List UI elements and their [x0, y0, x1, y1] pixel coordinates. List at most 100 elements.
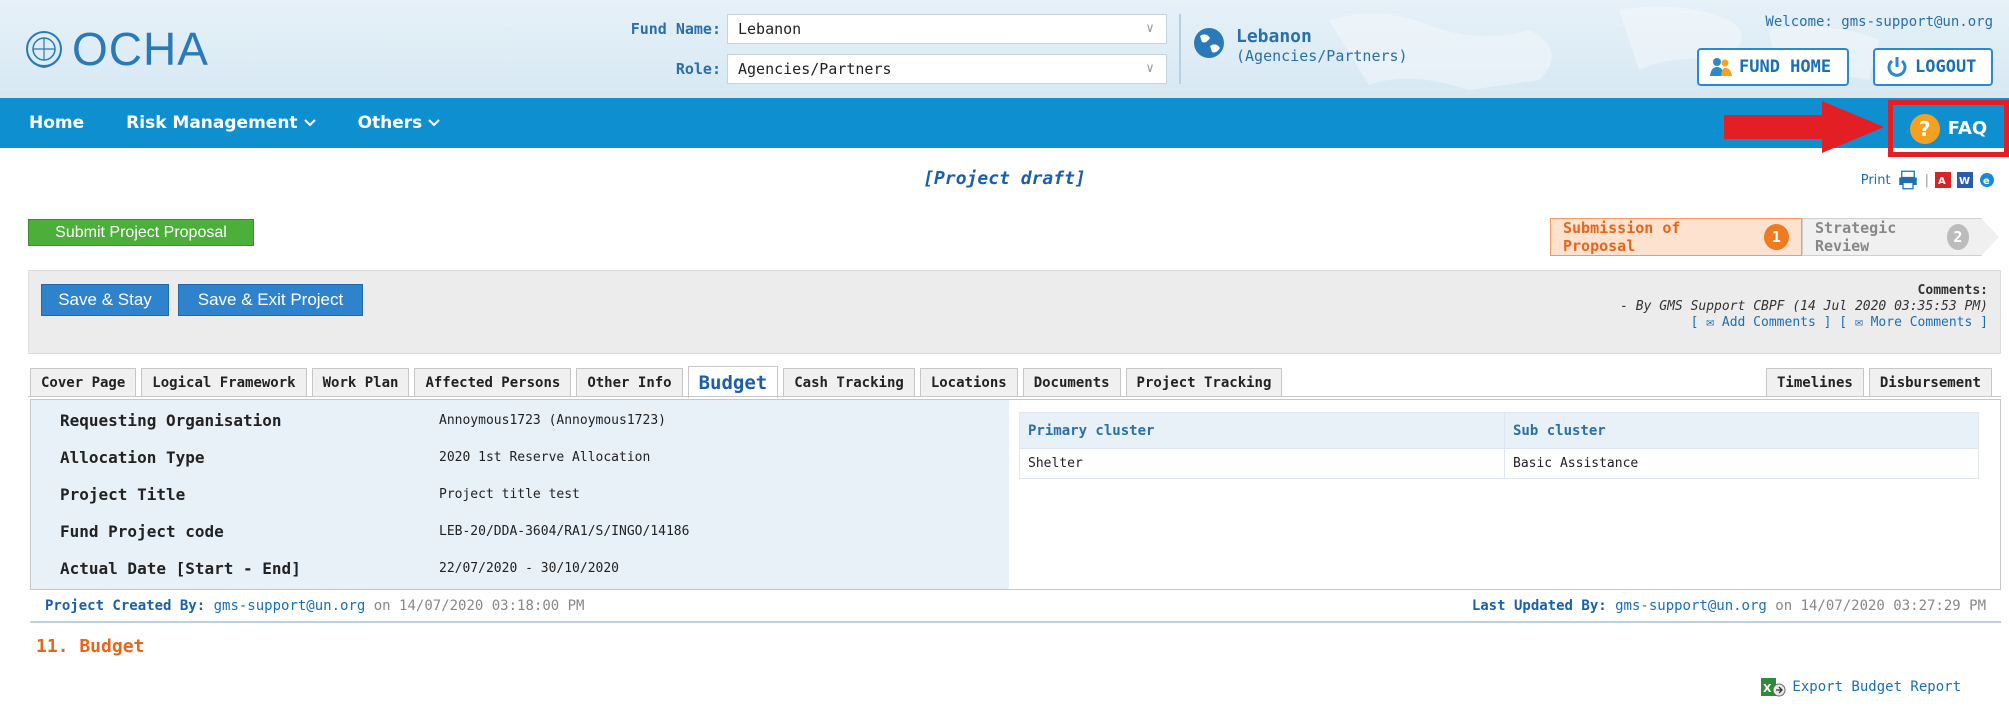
main-nav: Home Risk Management Others: [0, 98, 2009, 148]
tab-affected-persons[interactable]: Affected Persons: [414, 368, 572, 396]
more-comments-label: More Comments: [1870, 315, 1973, 330]
tab-budget[interactable]: Budget: [687, 366, 779, 398]
role-value: Agencies/Partners: [738, 60, 892, 78]
cluster-table: Primary cluster Sub cluster Shelter Basi…: [1019, 412, 1979, 479]
fund-name-select[interactable]: Lebanon ∨: [727, 14, 1167, 44]
info-row: Requesting Organisation Annoymous1723 (A…: [31, 402, 666, 438]
current-fund: Lebanon (Agencies/Partners): [1192, 26, 1408, 65]
question-icon: ?: [1909, 113, 1940, 144]
tab-other-info[interactable]: Other Info: [576, 368, 683, 396]
info-key: Allocation Type: [60, 447, 205, 467]
fund-name-value: Lebanon: [738, 20, 802, 38]
comments-title: Comments:: [1917, 283, 1988, 298]
globe-icon: [1194, 28, 1224, 58]
project-audit-bar: Project Created By: gms-support@un.org o…: [30, 591, 2001, 623]
nav-item-home[interactable]: Home: [29, 113, 84, 133]
faq-highlight-box: ? FAQ: [1888, 100, 2009, 157]
export-budget-label: Export Budget Report: [1792, 679, 1961, 695]
tab-locations[interactable]: Locations: [919, 368, 1018, 396]
tab-logical-framework[interactable]: Logical Framework: [141, 368, 307, 396]
updated-by-label: Last Updated By:: [1471, 598, 1607, 614]
info-row: Fund Project code LEB-20/DDA-3604/RA1/S/…: [31, 513, 689, 549]
project-info-panel: Requesting Organisation Annoymous1723 (A…: [30, 399, 2001, 590]
add-comments-link[interactable]: ✉ Add Comments: [1706, 315, 1823, 330]
updated-by: Last Updated By: gms-support@un.org on 1…: [1472, 598, 1986, 614]
svg-text:X: X: [1763, 682, 1772, 695]
svg-text:A: A: [1938, 176, 1946, 187]
export-budget-report-link[interactable]: X Export Budget Report: [1760, 676, 1961, 698]
bracket: ] [: [1823, 315, 1848, 330]
tab-work-plan[interactable]: Work Plan: [311, 368, 410, 396]
comment-icon: ✉: [1706, 315, 1715, 330]
faq-button[interactable]: ? FAQ: [1909, 113, 1988, 144]
project-status-title: [Project draft]: [923, 168, 1086, 189]
ie-icon[interactable]: e: [1979, 172, 1995, 188]
printer-icon[interactable]: [1897, 170, 1919, 190]
svg-text:W: W: [1959, 176, 1970, 187]
tab-cover-page[interactable]: Cover Page: [30, 368, 137, 396]
tab-disbursement[interactable]: Disbursement: [1868, 368, 1992, 396]
tab-cash-tracking[interactable]: Cash Tracking: [783, 368, 915, 396]
info-value: Annoymous1723 (Annoymous1723): [439, 412, 666, 428]
info-row: Actual Date [Start - End] 22/07/2020 - 3…: [31, 550, 619, 586]
workflow-step-strategic-review: Strategic Review 2: [1802, 218, 1999, 256]
ocha-logo[interactable]: OCHA: [24, 22, 209, 76]
workflow-step-label: Submission of Proposal: [1563, 219, 1681, 255]
updated-on: on 14/07/2020 03:27:29 PM: [1775, 598, 1986, 614]
fund-name-row: Fund Name: Lebanon ∨: [611, 14, 1167, 44]
top-header: OCHA Fund Name: Lebanon ∨ Role: Agencies…: [0, 0, 2009, 98]
nav-item-label: Others: [357, 113, 423, 133]
header-divider: [1179, 14, 1181, 84]
tab-timelines[interactable]: Timelines: [1765, 368, 1864, 396]
faq-label: FAQ: [1947, 118, 1988, 139]
info-key: Actual Date [Start - End]: [60, 558, 301, 578]
more-comments-link[interactable]: ✉ More Comments: [1855, 315, 1980, 330]
info-key: Fund Project code: [60, 521, 224, 541]
info-value: 2020 1st Reserve Allocation: [439, 449, 651, 465]
save-and-stay-button[interactable]: Save & Stay: [41, 284, 169, 316]
workflow-arrow-tip: [1981, 218, 1999, 256]
role-select[interactable]: Agencies/Partners ∨: [727, 54, 1167, 84]
fund-name-label: Fund Name:: [630, 20, 721, 38]
comment-entry: - By GMS Support CBPF (14 Jul 2020 03:35…: [1620, 299, 1988, 314]
created-on: on 14/07/2020 03:18:00 PM: [373, 598, 585, 614]
tab-project-tracking[interactable]: Project Tracking: [1125, 368, 1283, 396]
users-icon: [1710, 58, 1732, 76]
workflow-step-number: 2: [1946, 224, 1969, 250]
nav-item-risk-management[interactable]: Risk Management: [126, 113, 316, 133]
save-and-exit-button[interactable]: Save & Exit Project: [178, 284, 363, 316]
comments-panel: Comments: - By GMS Support CBPF (14 Jul …: [1620, 283, 1988, 331]
cluster-section: Primary cluster Sub cluster Shelter Basi…: [1019, 412, 1979, 479]
table-row: Shelter Basic Assistance: [1019, 448, 1979, 479]
power-icon: [1887, 57, 1907, 77]
chevron-down-icon: [303, 119, 316, 127]
created-by-user: gms-support@un.org: [213, 598, 366, 614]
role-label: Role:: [675, 60, 721, 78]
add-comments-label: Add Comments: [1721, 315, 1816, 330]
workflow-steps: Submission of Proposal 1 Strategic Revie…: [1550, 218, 1999, 256]
table-cell: Shelter: [1019, 448, 1505, 479]
fund-home-button[interactable]: FUND HOME: [1697, 48, 1849, 86]
print-link[interactable]: Print: [1861, 173, 1891, 188]
pdf-icon[interactable]: A: [1935, 172, 1951, 188]
tab-documents[interactable]: Documents: [1022, 368, 1121, 396]
created-by: Project Created By: gms-support@un.org o…: [45, 598, 584, 614]
tab-divider: [28, 396, 2001, 397]
column-header-primary-cluster: Primary cluster: [1019, 412, 1505, 449]
un-emblem-icon: [26, 31, 62, 69]
info-value: LEB-20/DDA-3604/RA1/S/INGO/14186: [439, 523, 690, 539]
logout-button[interactable]: LOGOUT: [1873, 48, 1993, 86]
comment-links: [ ✉ Add Comments ] [ ✉ More Comments ]: [1620, 315, 1988, 331]
submit-project-proposal-button[interactable]: Submit Project Proposal: [28, 219, 254, 246]
workflow-step-label: Strategic Review: [1815, 219, 1897, 255]
chevron-down-icon: ∨: [1146, 21, 1154, 36]
project-tabs-right: Timelines Disbursement: [1765, 368, 1992, 396]
updated-by-user: gms-support@un.org: [1615, 598, 1767, 614]
workflow-step-number: 1: [1763, 224, 1789, 250]
workflow-step-submission: Submission of Proposal 1: [1550, 218, 1802, 256]
nav-item-others[interactable]: Others: [358, 113, 441, 133]
info-key: Project Title: [60, 484, 186, 504]
word-icon[interactable]: W: [1957, 172, 1973, 188]
chevron-down-icon: ∨: [1146, 61, 1154, 76]
current-fund-role: (Agencies/Partners): [1236, 47, 1408, 65]
